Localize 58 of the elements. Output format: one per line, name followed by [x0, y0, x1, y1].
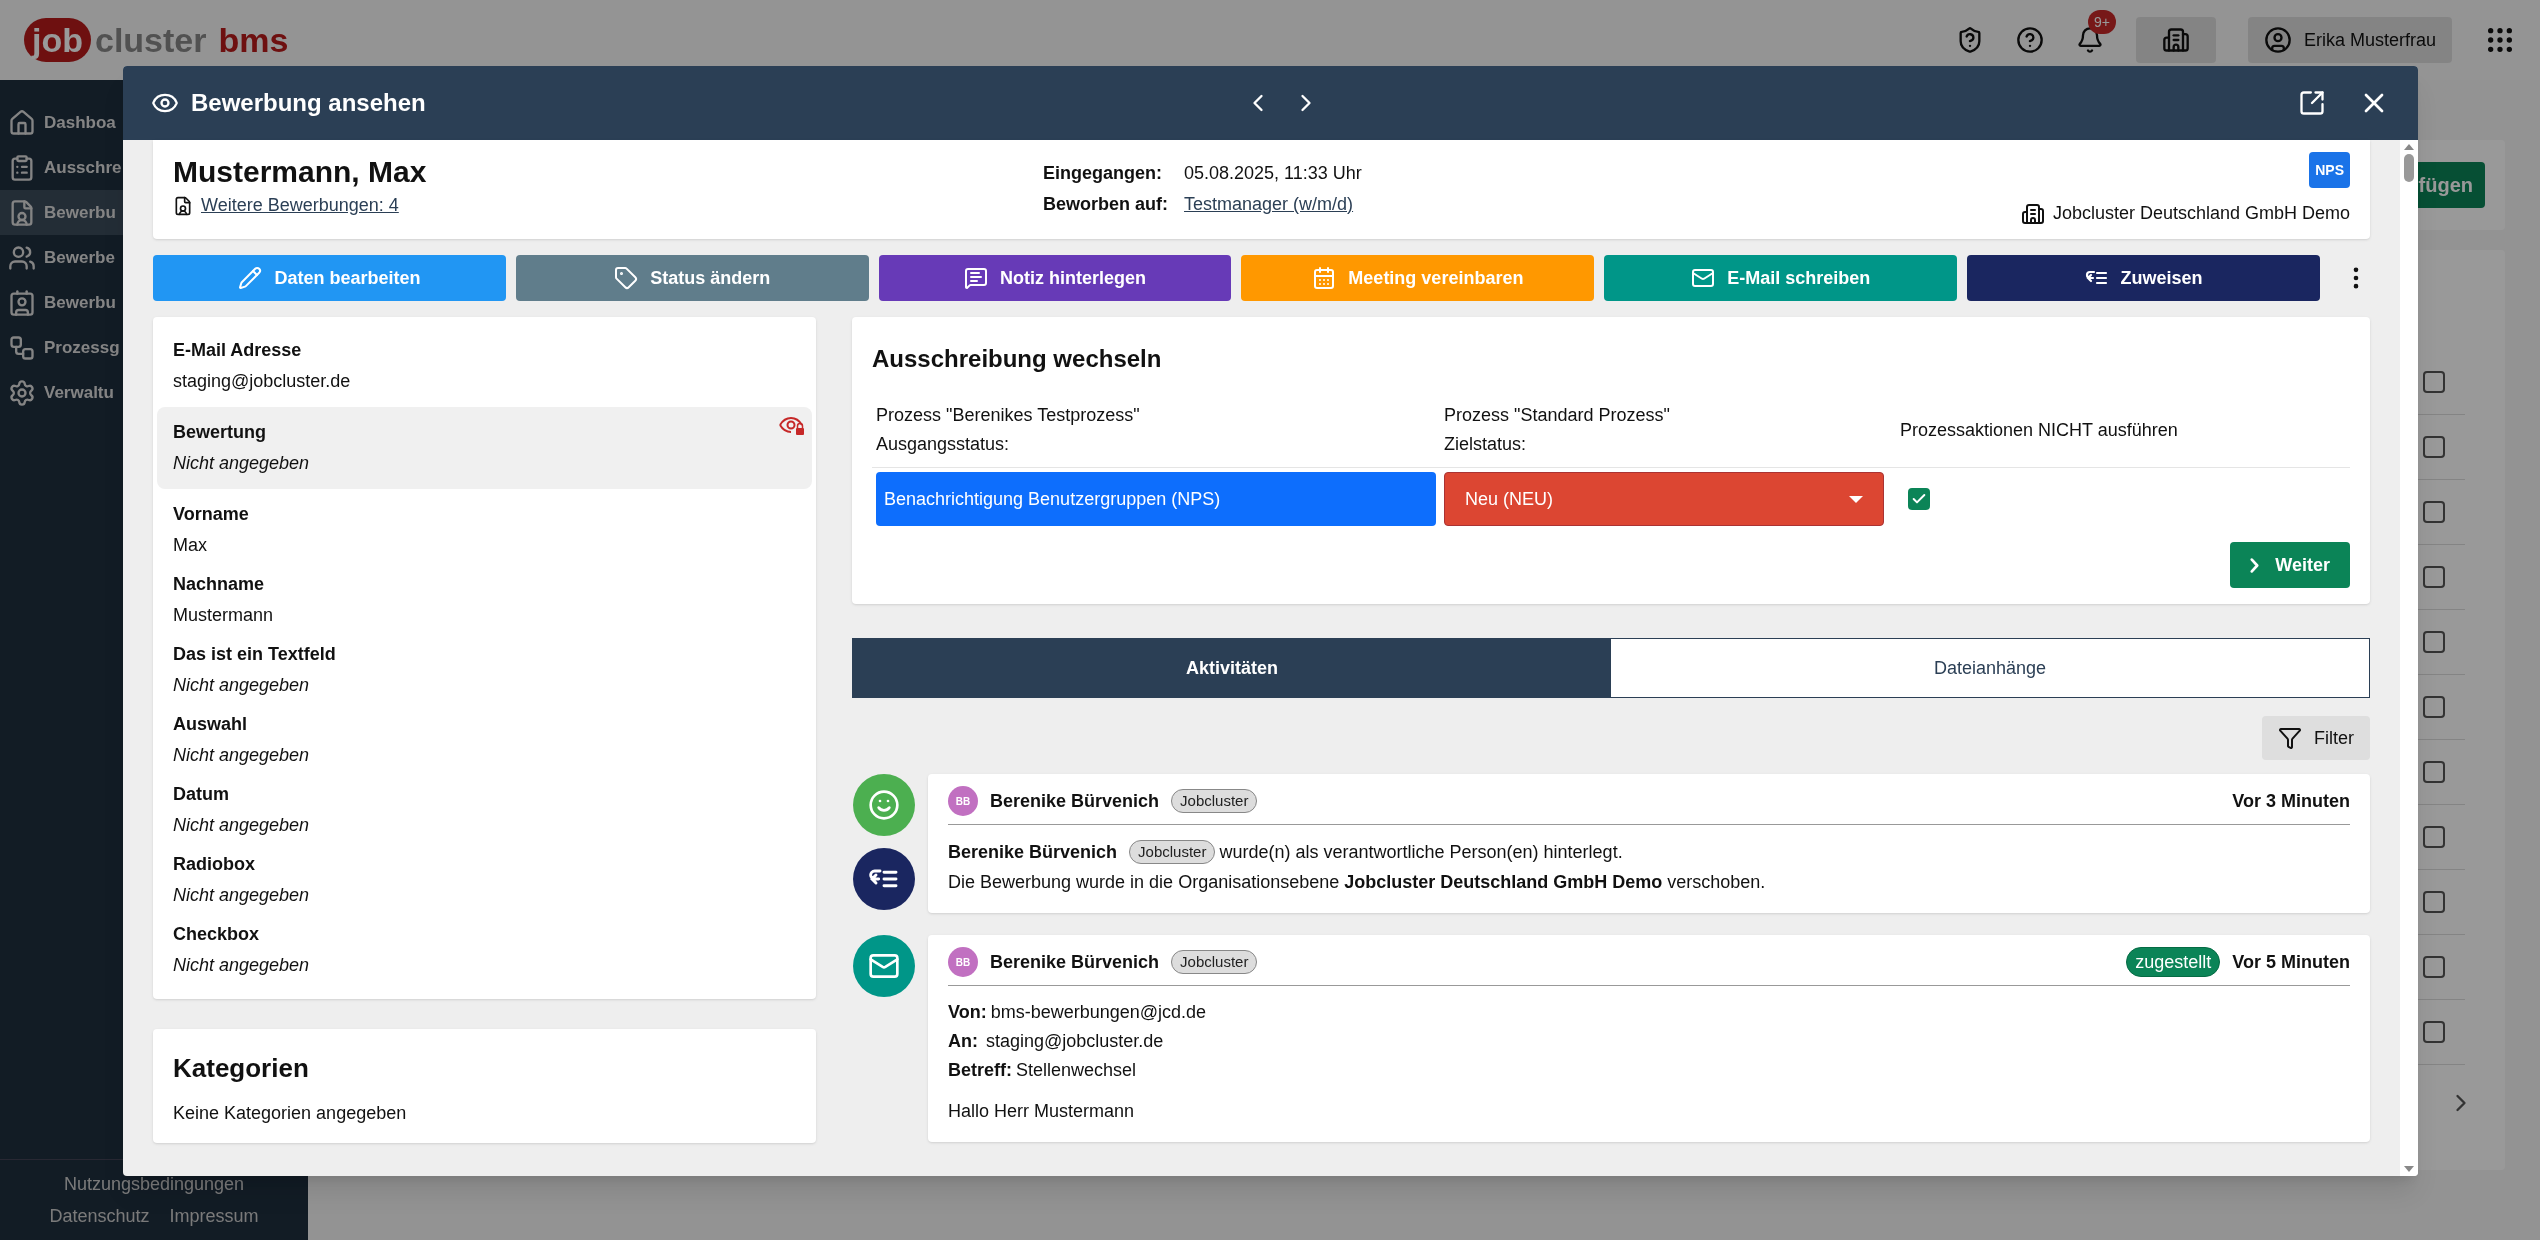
received-label: Eingegangen: [1043, 162, 1163, 185]
user-tag: Jobcluster [1171, 789, 1258, 813]
card-title: Ausschreibung wechseln [872, 344, 1163, 374]
user-tag: Jobcluster [1129, 840, 1216, 864]
field-label: Datum [173, 783, 229, 806]
process-name: Prozess "Standard Prozess" [1444, 404, 1671, 427]
activity-text: wurde(n) als verantwortliche Person(en) hinterlegt. [1219, 841, 1623, 864]
field-label: Das ist ein Textfeld [173, 643, 336, 666]
field-label: Bewertung [173, 421, 266, 444]
field-value: staging@jobcluster.de [173, 370, 351, 393]
field-value: Nicht angegeben [173, 452, 310, 475]
source-status: Benachrichtigung Benutzergruppen (NPS) [876, 472, 1436, 526]
field-label: Radiobox [173, 853, 255, 876]
received-date: 05.08.2025, 11:33 Uhr [1184, 162, 1362, 185]
field-value: Nicht angegeben [173, 954, 310, 977]
categories-text: Keine Kategorien angegeben [173, 1102, 408, 1125]
user-tag: Jobcluster [1171, 950, 1258, 974]
mention-name: Berenike Bürvenich [948, 841, 1118, 864]
applicant-name: Mustermann, Max [173, 154, 428, 190]
field-label: E-Mail Adresse [173, 339, 302, 362]
author-name: Berenike Bürvenich [990, 950, 1160, 974]
author-name: Berenike Bürvenich [990, 789, 1160, 813]
modal-title: Bewerbung ansehen [191, 88, 426, 118]
field-value: Nicht angegeben [173, 814, 310, 837]
field-label: Auswahl [173, 713, 247, 736]
email-label: An: [948, 1030, 978, 1053]
email-value: bms-bewerbungen@jcd.de [990, 1001, 1207, 1024]
notification-badge: 9+ [2087, 10, 2116, 34]
field-value: Max [173, 534, 207, 557]
nps-badge: NPS [2309, 152, 2350, 188]
field-label: Vorname [173, 503, 249, 526]
email-value: Stellenwechsel [1016, 1059, 1137, 1082]
field-label: Nachname [173, 573, 265, 596]
activity-text: Die Bewerbung wurde in die Organisationsebene Jobcluster Deutschland GmbH Demo verschoben. [948, 872, 1766, 892]
status-badge: zugestellt [2126, 947, 2221, 977]
field-value: Nicht angegeben [173, 744, 310, 767]
activity-time: Vor 5 Minuten [2232, 950, 2350, 974]
logo-text: bms [218, 20, 289, 61]
avatar-initials: BB [948, 947, 978, 977]
field-value: Mustermann [173, 604, 274, 627]
status-label: Ausgangsstatus: [876, 433, 1011, 456]
email-label: Betreff: [948, 1059, 1012, 1082]
status-label: Zielstatus: [1444, 433, 1528, 456]
card-title: Kategorien [173, 1052, 310, 1085]
skip-actions-label: Prozessaktionen NICHT ausführen [1899, 418, 2179, 442]
logo-text: cluster [95, 20, 207, 61]
email-value: staging@jobcluster.de [986, 1030, 1164, 1053]
avatar-initials: BB [948, 786, 978, 816]
field-value: Nicht angegeben [173, 884, 310, 907]
applied-label: Beworben auf: [1043, 193, 1168, 216]
organization-name: Jobcluster Deutschland GmbH Demo [2052, 202, 2350, 225]
activity-time: Vor 3 Minuten [2232, 789, 2350, 813]
process-name: Prozess "Berenikes Testprozess" [876, 404, 1141, 427]
logo-mark: job [24, 18, 91, 62]
field-label: Checkbox [173, 923, 260, 946]
email-body: Hallo Herr Mustermann [948, 1100, 1136, 1123]
field-value: Nicht angegeben [173, 674, 310, 697]
email-label: Von: [948, 1001, 987, 1024]
